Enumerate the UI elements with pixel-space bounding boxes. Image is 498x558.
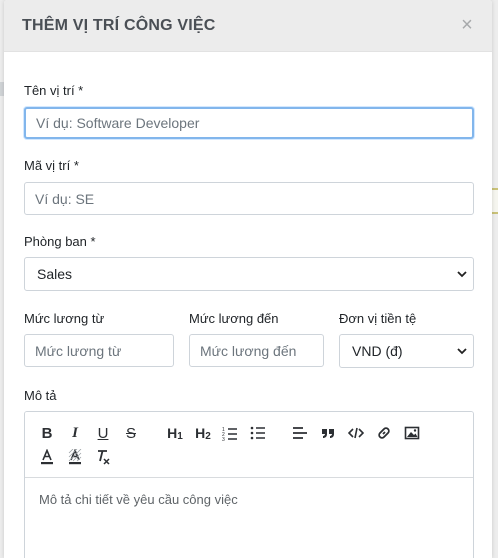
italic-icon[interactable]: I <box>65 423 85 443</box>
ordered-list-icon[interactable]: 123 <box>220 423 240 443</box>
bold-icon[interactable]: B <box>37 423 57 443</box>
salary-from-input[interactable] <box>24 334 174 367</box>
position-name-label: Tên vị trí * <box>24 83 84 98</box>
code-icon[interactable] <box>346 423 366 443</box>
salary-to-input[interactable] <box>189 334 324 367</box>
position-code-input[interactable] <box>24 182 474 215</box>
department-selected-value: Sales <box>37 266 73 282</box>
currency-select[interactable]: VND (đ) <box>339 334 474 368</box>
modal-header: THÊM VỊ TRÍ CÔNG VIỆC × <box>4 0 492 52</box>
department-select[interactable]: Sales <box>24 257 474 291</box>
background-element <box>492 188 498 214</box>
description-label: Mô tả <box>24 388 57 403</box>
svg-text:3: 3 <box>222 437 225 441</box>
heading-1-icon[interactable]: H1 <box>163 423 187 443</box>
salary-to-label: Mức lương đến <box>189 311 279 326</box>
link-icon[interactable] <box>374 423 394 443</box>
underline-icon[interactable]: U <box>93 423 113 443</box>
align-left-icon[interactable] <box>290 423 310 443</box>
text-color-icon[interactable] <box>37 447 57 467</box>
image-icon[interactable] <box>402 423 422 443</box>
salary-from-label: Mức lương từ <box>24 311 105 326</box>
position-name-input[interactable] <box>24 107 474 139</box>
blockquote-icon[interactable] <box>318 423 338 443</box>
chevron-down-icon <box>457 348 467 355</box>
add-position-modal: THÊM VỊ TRÍ CÔNG VIỆC × Tên vị trí * Mã … <box>4 0 492 558</box>
strikethrough-icon[interactable]: S <box>121 423 141 443</box>
modal-title: THÊM VỊ TRÍ CÔNG VIỆC <box>22 16 216 34</box>
currency-label: Đơn vị tiền tệ <box>339 311 417 326</box>
heading-2-icon[interactable]: H2 <box>191 423 215 443</box>
bullet-list-icon[interactable] <box>248 423 268 443</box>
chevron-down-icon <box>457 271 467 278</box>
clear-format-icon[interactable] <box>93 447 113 467</box>
rich-text-editor: B I U S H1 H2 123 Mô tả chi tiết về yêu … <box>24 411 474 558</box>
editor-toolbar: B I U S H1 H2 123 <box>25 412 473 478</box>
background-color-icon[interactable] <box>65 447 85 467</box>
position-code-label: Mã vị trí * <box>24 158 79 173</box>
close-icon[interactable]: × <box>458 15 476 35</box>
department-label: Phòng ban * <box>24 234 96 249</box>
description-editor-area[interactable]: Mô tả chi tiết về yêu cầu công việc <box>25 478 473 521</box>
currency-selected-value: VND (đ) <box>352 343 403 359</box>
